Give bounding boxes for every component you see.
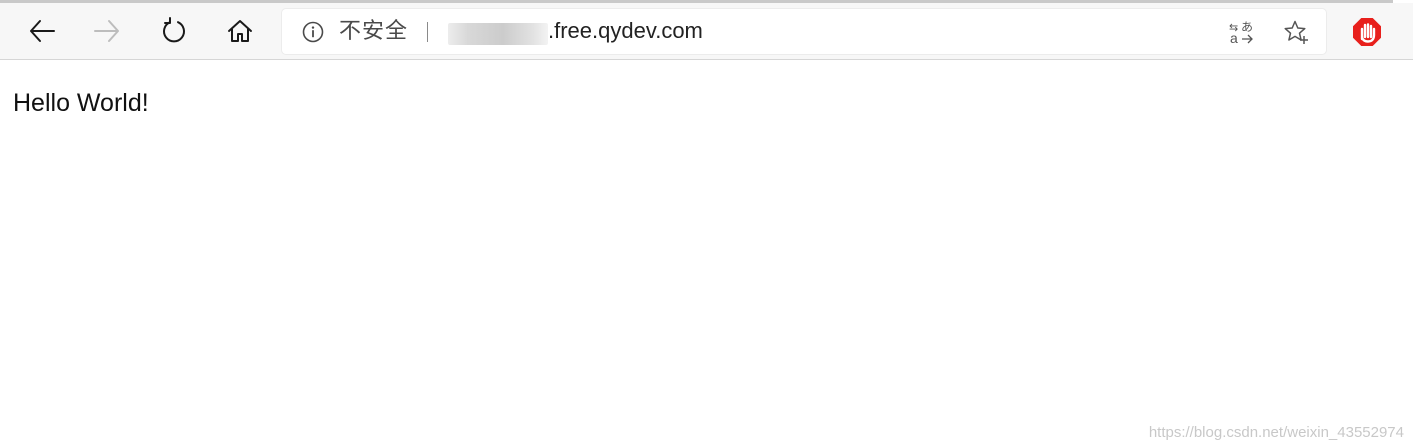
refresh-icon (163, 17, 185, 43)
home-button[interactable] (220, 9, 260, 53)
add-favorite-button[interactable] (1283, 19, 1309, 45)
address-separator (427, 22, 428, 42)
url-text[interactable]: .free.qydev.com (548, 17, 703, 45)
info-icon[interactable] (302, 21, 324, 43)
arrow-right-icon (94, 20, 119, 42)
address-bar[interactable]: 不安全 .free.qydev.com ⇆ あ a (282, 9, 1326, 54)
browser-toolbar: 不安全 .free.qydev.com ⇆ あ a (0, 3, 1413, 60)
arrow-left-icon (30, 20, 55, 42)
watermark: https://blog.csdn.net/weixin_43552974 (1148, 424, 1404, 441)
url-redacted-segment (448, 23, 548, 45)
page-heading: Hello World! (13, 89, 149, 117)
adblock-stop-hand-icon[interactable] (1352, 17, 1382, 47)
page-content: Hello World! https://blog.csdn.net/weixi… (0, 61, 1413, 447)
home-icon (228, 20, 252, 42)
translate-button[interactable]: ⇆ あ a (1228, 19, 1254, 45)
back-button[interactable] (22, 9, 62, 53)
security-status-label[interactable]: 不安全 (339, 18, 408, 46)
svg-text:あ: あ (1241, 20, 1253, 34)
star-plus-icon (1284, 20, 1308, 44)
svg-text:a: a (1230, 30, 1238, 45)
browser-window: 不安全 .free.qydev.com ⇆ あ a Hello World! h… (0, 0, 1413, 447)
translate-icon: ⇆ あ a (1229, 20, 1253, 45)
refresh-button[interactable] (154, 9, 194, 53)
forward-button[interactable] (87, 9, 127, 53)
